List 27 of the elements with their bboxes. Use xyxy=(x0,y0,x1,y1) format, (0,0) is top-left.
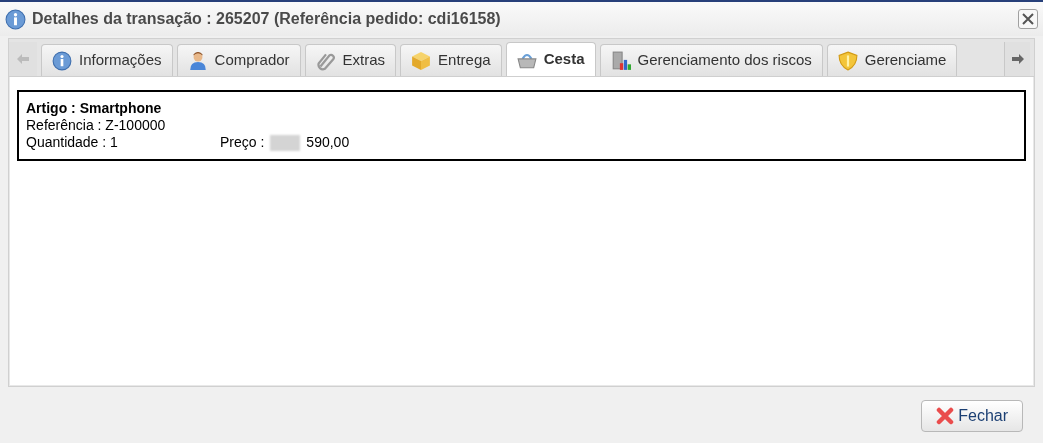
tab[interactable]: Informações xyxy=(41,44,173,76)
close-icon xyxy=(1022,13,1034,25)
arrow-left-icon xyxy=(17,54,29,64)
tab[interactable]: Cesta xyxy=(505,42,596,76)
article-title: Artigo : Smartphone xyxy=(26,100,163,117)
server-chart-icon xyxy=(610,50,631,71)
shield-icon xyxy=(837,50,858,71)
close-icon xyxy=(936,407,955,425)
tab[interactable]: Entrega xyxy=(400,44,502,76)
quantity-text: Quantidade : 1 xyxy=(26,134,119,151)
redacted-mark xyxy=(270,134,301,151)
tab[interactable]: Gerenciame xyxy=(826,44,958,76)
arrow-right-icon xyxy=(1011,54,1024,64)
box-icon xyxy=(411,50,432,71)
close-button[interactable] xyxy=(1018,9,1038,29)
reference-text: Referência : Z-100000 xyxy=(26,117,167,134)
close-dialog-button[interactable]: Fechar xyxy=(921,400,1023,432)
tab[interactable]: Extras xyxy=(304,44,397,76)
scroll-right-button[interactable] xyxy=(1004,42,1030,76)
price-value: 590,00 xyxy=(306,134,350,151)
tab[interactable]: Comprador xyxy=(176,44,301,76)
window-title: Detalhes da transação : 265207 (Referência pedido: cdi16158) xyxy=(32,9,501,29)
info-icon xyxy=(5,8,26,30)
tab[interactable]: Gerenciamento dos riscos xyxy=(599,44,823,76)
person-icon xyxy=(187,50,208,71)
info-icon xyxy=(52,50,72,71)
price-label: Preço : xyxy=(220,134,265,151)
